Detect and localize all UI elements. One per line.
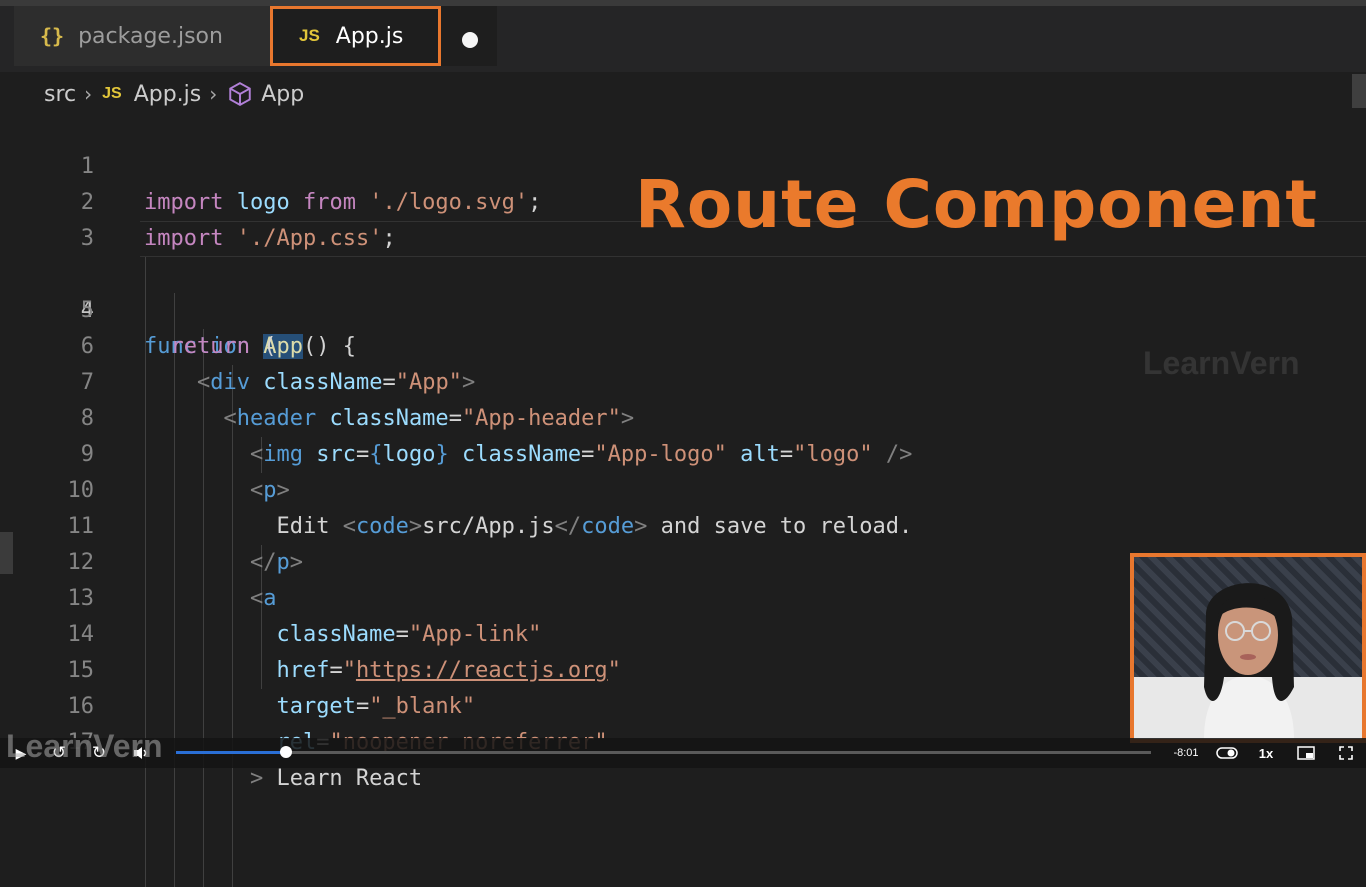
code-line: 5 return ( [0, 257, 1366, 359]
scrollbar-thumb[interactable] [1352, 74, 1366, 108]
breadcrumb-file[interactable]: App.js [134, 82, 202, 107]
time-remaining: -8:01 [1173, 747, 1199, 759]
playback-speed-button[interactable]: 1x [1252, 738, 1280, 768]
watermark-logo-bottom: LearnVern [6, 728, 163, 764]
seek-bar[interactable] [176, 746, 1151, 758]
code-line: 12 <a [0, 509, 1366, 611]
js-file-icon: JS [299, 26, 320, 45]
presenter-webcam [1130, 553, 1366, 743]
picture-in-picture-icon[interactable] [1292, 738, 1320, 768]
symbol-class-icon [227, 81, 253, 107]
json-braces-icon: {} [40, 24, 65, 48]
chevron-right-icon: › [84, 82, 93, 106]
seek-handle[interactable] [280, 746, 293, 758]
toggle-icon[interactable] [1212, 738, 1242, 768]
overlay-title: Route Component [635, 166, 1318, 243]
video-player-controls: ▶ ↺ ↻ -8:01 1x [0, 738, 1366, 768]
tab-label: App.js [335, 23, 404, 49]
code-line: 1 import logo from './logo.svg'; [0, 113, 1366, 215]
fullscreen-icon[interactable] [1332, 738, 1360, 768]
breadcrumb: src › JS App.js › App [44, 78, 304, 110]
breadcrumb-symbol[interactable]: App [261, 82, 304, 107]
chevron-right-icon: › [209, 82, 218, 106]
editor-tab-bar: {} package.json JS App.js [0, 6, 1366, 72]
tab-app-js[interactable]: JS App.js [270, 6, 441, 66]
js-file-icon: JS [102, 85, 122, 102]
code-line: 10 Edit <code>src/App.js</code> and save… [0, 437, 1366, 539]
code-line: 6 <div className="App"> [0, 293, 1366, 395]
tab-label: package.json [78, 23, 223, 49]
unsaved-dot-icon[interactable] [462, 32, 478, 48]
watermark-logo: LearnVern [1143, 345, 1300, 381]
code-line: 11 </p> [0, 473, 1366, 575]
breadcrumb-folder[interactable]: src [44, 82, 76, 107]
tab-package-json[interactable]: {} package.json [14, 6, 270, 66]
seek-progress [176, 751, 287, 754]
presenter-image [1134, 583, 1362, 739]
code-line: 9 <p> [0, 401, 1366, 503]
